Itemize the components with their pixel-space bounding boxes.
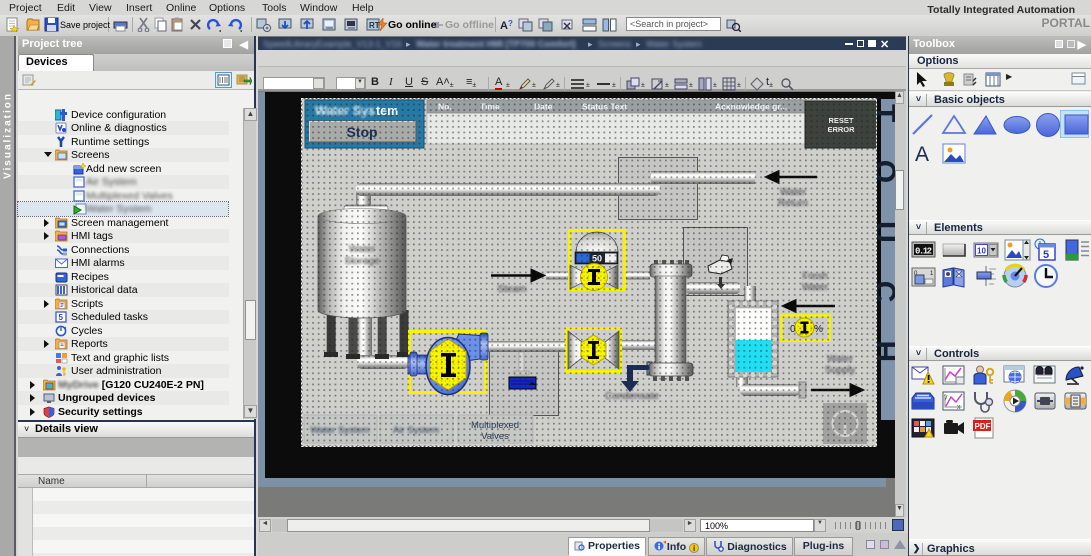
svg-text:A: A xyxy=(915,143,929,164)
svg-text:0.12: 0.12 xyxy=(915,247,932,257)
svg-text:5: 5 xyxy=(1043,249,1049,261)
svg-text:5: 5 xyxy=(59,313,64,322)
svg-text:10: 10 xyxy=(977,247,986,256)
svg-text:A: A xyxy=(500,20,508,32)
svg-text:PDF: PDF xyxy=(975,422,991,431)
svg-text:?: ? xyxy=(508,19,513,28)
